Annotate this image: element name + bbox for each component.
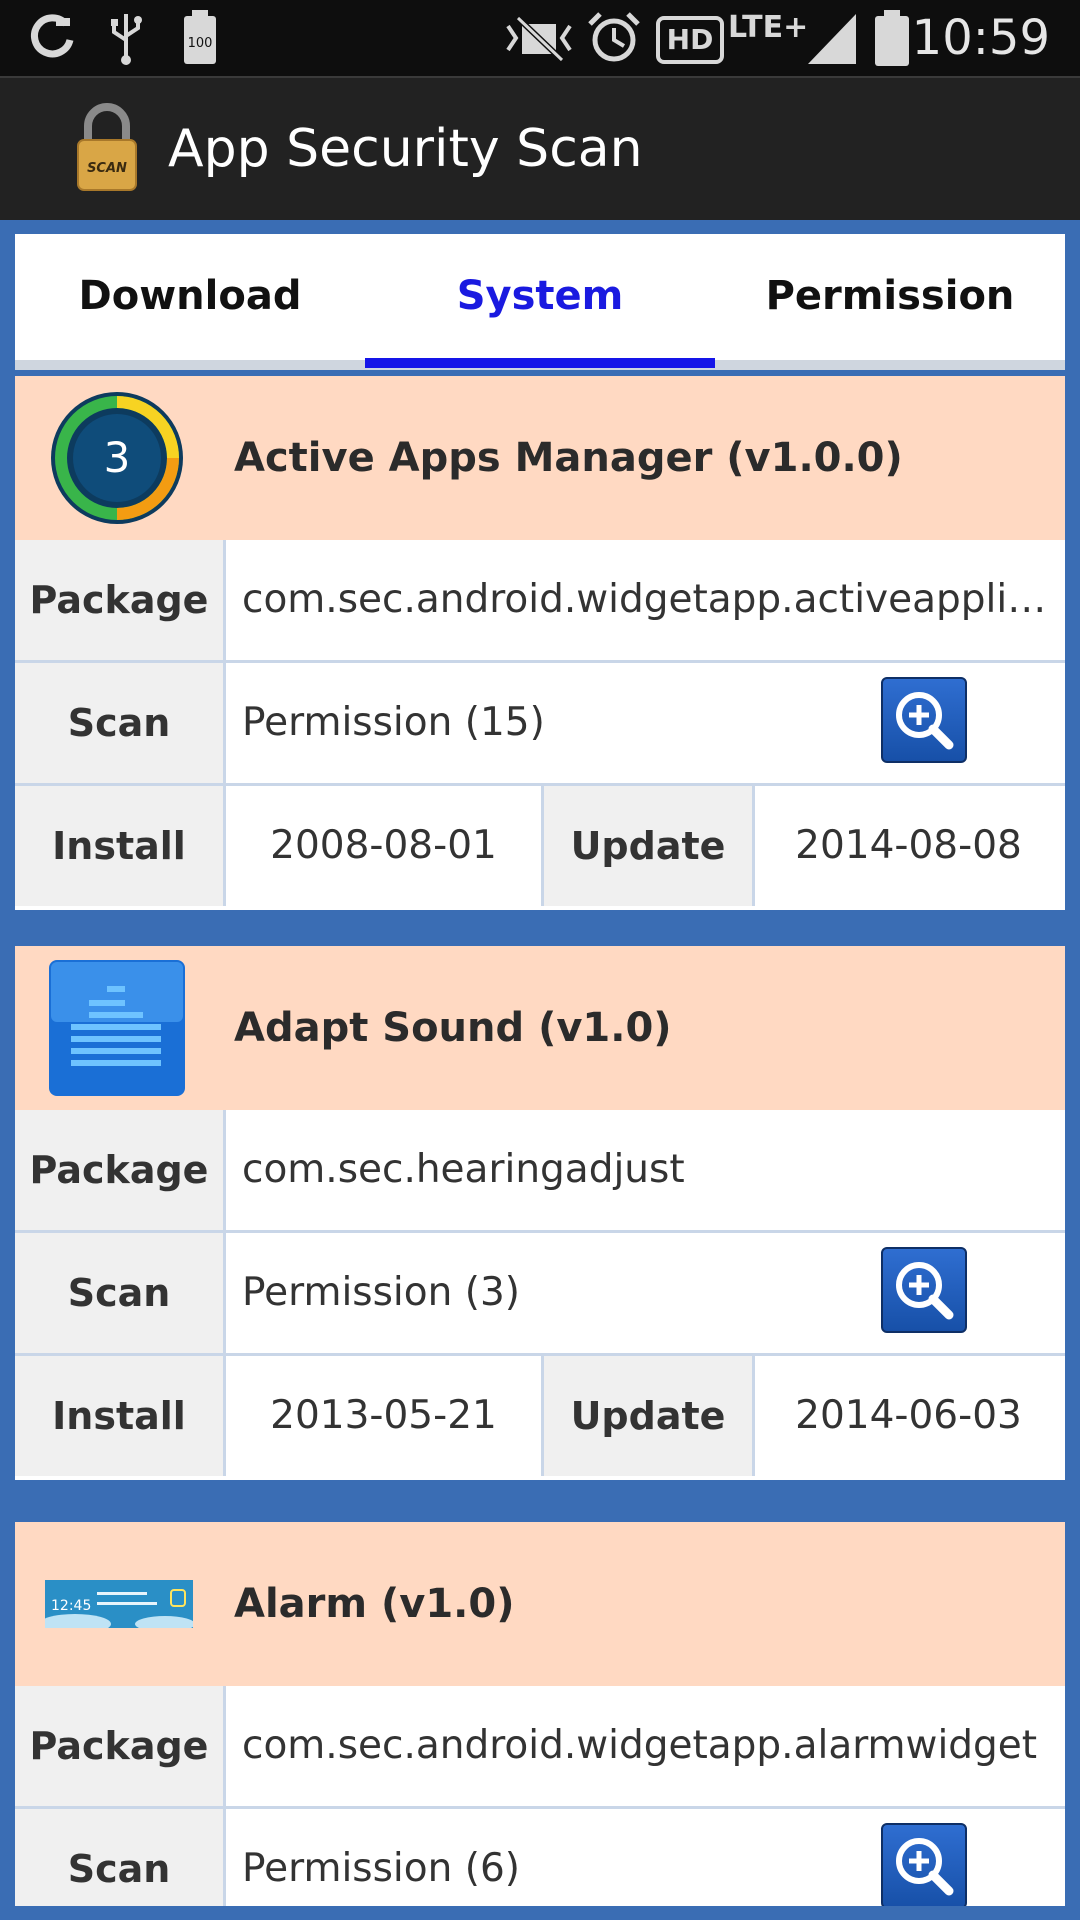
magnifier-plus-icon: [896, 692, 954, 750]
app-header[interactable]: 12:45 Alarm (v1.0): [15, 1522, 1065, 1688]
update-label: Update: [541, 1356, 755, 1476]
package-value: com.sec.hearingadjust: [242, 1147, 685, 1192]
active-apps-manager-icon: 3: [49, 390, 185, 526]
zoom-scan-button[interactable]: [881, 1823, 967, 1906]
usb-icon: [106, 10, 146, 66]
scan-label: Scan: [15, 1233, 226, 1353]
lte-icon: LTE+: [728, 10, 809, 45]
zoom-scan-button[interactable]: [881, 1247, 967, 1333]
scan-row: Scan Permission (6): [15, 1809, 1065, 1906]
app-card: 3 Active Apps Manager (v1.0.0) Package c…: [15, 376, 1065, 910]
sync-icon: [26, 10, 78, 66]
dates-row: Install 2013-05-21 Update 2014-06-03: [15, 1356, 1065, 1478]
signal-icon: [806, 10, 858, 66]
app-title: App Security Scan: [168, 119, 643, 179]
package-label: Package: [15, 540, 226, 660]
app-card: 12:45 Alarm (v1.0) Package com.sec.andro…: [15, 1522, 1065, 1906]
zoom-scan-button[interactable]: [881, 677, 967, 763]
app-name: Active Apps Manager (v1.0.0): [234, 435, 903, 481]
clock: 10:59: [911, 10, 1050, 66]
install-label: Install: [15, 786, 226, 906]
lock-label: SCAN: [87, 161, 127, 176]
package-label: Package: [15, 1686, 226, 1806]
alarm-widget-time: 12:45: [51, 1598, 91, 1614]
app-name: Adapt Sound (v1.0): [234, 1005, 672, 1051]
tab-permission[interactable]: Permission: [715, 234, 1065, 360]
install-date: 2008-08-01: [270, 823, 497, 868]
app-header[interactable]: 3 Active Apps Manager (v1.0.0): [15, 376, 1065, 542]
icon-count-text: 3: [104, 433, 131, 482]
scan-row: Scan Permission (15): [15, 663, 1065, 786]
package-row: Package com.sec.android.widgetapp.active…: [15, 540, 1065, 663]
scan-value: Permission (6): [242, 1846, 520, 1891]
scan-label: Scan: [15, 1809, 226, 1906]
vibrate-icon: [504, 10, 574, 66]
package-row: Package com.sec.android.widgetapp.alarmw…: [15, 1686, 1065, 1809]
battery-percent-text: 100: [188, 36, 213, 51]
scan-value: Permission (15): [242, 700, 545, 745]
scan-row: Scan Permission (3): [15, 1233, 1065, 1356]
app-card: Adapt Sound (v1.0) Package com.sec.heari…: [15, 946, 1065, 1480]
alarm-icon: [586, 10, 642, 66]
update-label: Update: [541, 786, 755, 906]
package-row: Package com.sec.hearingadjust: [15, 1110, 1065, 1233]
package-value: com.sec.android.widgetapp.activeapplicat…: [242, 577, 1057, 622]
tab-download[interactable]: Download: [15, 234, 365, 360]
battery-icon: [872, 10, 912, 66]
alarm-widget-icon: 12:45: [39, 1564, 195, 1644]
package-value: com.sec.android.widgetapp.alarmwidget: [242, 1723, 1038, 1768]
scan-value: Permission (3): [242, 1270, 520, 1315]
tab-bar: Download System Permission: [15, 234, 1065, 370]
package-label: Package: [15, 1110, 226, 1230]
hd-voice-icon: HD: [656, 16, 724, 64]
adapt-sound-icon: [49, 960, 185, 1096]
tab-system[interactable]: System: [365, 234, 715, 368]
install-date: 2013-05-21: [270, 1393, 497, 1438]
battery-saver-icon: 100: [180, 10, 220, 66]
install-label: Install: [15, 1356, 226, 1476]
app-name: Alarm (v1.0): [234, 1581, 515, 1627]
lock-scan-icon: SCAN: [74, 102, 140, 192]
app-header[interactable]: Adapt Sound (v1.0): [15, 946, 1065, 1112]
magnifier-plus-icon: [896, 1262, 954, 1320]
scan-label: Scan: [15, 663, 226, 783]
dates-row: Install 2008-08-01 Update 2014-08-08: [15, 786, 1065, 908]
magnifier-plus-icon: [896, 1838, 954, 1896]
update-date: 2014-08-08: [795, 823, 1022, 868]
status-bar: 100 HD LTE+ 10:59: [0, 0, 1080, 76]
action-bar: SCAN App Security Scan: [0, 76, 1080, 220]
update-date: 2014-06-03: [795, 1393, 1022, 1438]
